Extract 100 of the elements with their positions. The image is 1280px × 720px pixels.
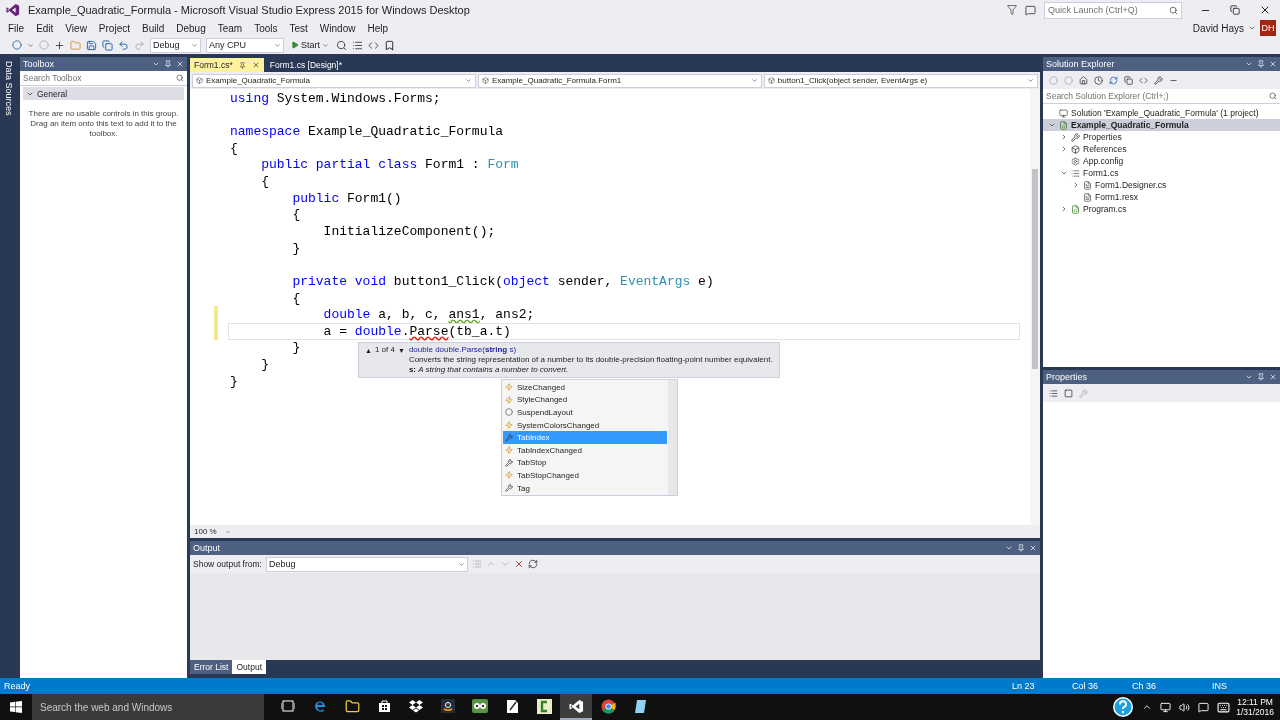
close-icon[interactable]: [251, 61, 260, 69]
caret-icon[interactable]: [1005, 544, 1013, 552]
completion-item[interactable]: Tag: [503, 481, 667, 495]
navigation-dropdown[interactable]: Example_Quadratic_Formula: [192, 73, 476, 88]
undo-icon[interactable]: [118, 39, 129, 51]
code-line: {: [230, 140, 238, 156]
tree-item[interactable]: Form1.resx: [1043, 191, 1280, 203]
tree-item[interactable]: Form1.Designer.cs: [1043, 179, 1280, 191]
network-icon[interactable]: [1160, 701, 1172, 713]
chevron-up-icon[interactable]: [1142, 702, 1153, 712]
document-tab[interactable]: Form1.cs*: [190, 58, 264, 72]
pin-icon[interactable]: [1257, 60, 1265, 68]
close-icon[interactable]: [176, 60, 184, 68]
menu-item[interactable]: Project: [92, 22, 136, 34]
notification-icon[interactable]: [1198, 701, 1210, 713]
wrench-icon: [505, 484, 513, 493]
home-icon[interactable]: [1079, 75, 1088, 85]
close-icon[interactable]: [1269, 373, 1277, 381]
menu-item[interactable]: Window: [313, 22, 362, 34]
chevron-down-icon[interactable]: [1047, 121, 1056, 129]
completion-item[interactable]: TabStop: [503, 456, 667, 470]
menu-item[interactable]: Test: [283, 22, 314, 34]
menu-item[interactable]: Help: [361, 22, 394, 34]
scrollbar[interactable]: [1030, 89, 1040, 525]
list-icon[interactable]: [352, 39, 363, 51]
completion-item[interactable]: TabIndexChanged: [503, 443, 667, 457]
keyboard-icon[interactable]: [1217, 700, 1231, 714]
caret-icon[interactable]: [1245, 373, 1253, 381]
navigation-dropdown[interactable]: Example_Quadratic_Formula.Form1: [477, 73, 762, 88]
tree-item[interactable]: Example_Quadratic_Formula: [1043, 119, 1280, 131]
feedback-icon[interactable]: [1025, 4, 1036, 16]
menu-item[interactable]: Tools: [248, 22, 284, 34]
navigation-dropdown[interactable]: button1_Click(object sender, EventArgs e): [763, 73, 1038, 88]
pin-icon[interactable]: [164, 60, 172, 68]
tree-item[interactable]: Program.cs: [1043, 203, 1280, 215]
scrollbar[interactable]: [668, 380, 677, 496]
bookmark-icon[interactable]: [384, 39, 395, 51]
completion-item[interactable]: StyleChanged: [503, 393, 667, 407]
panel-tab[interactable]: Error List: [190, 660, 233, 674]
panel-tab[interactable]: Output: [232, 660, 266, 674]
configuration-select[interactable]: Debug: [150, 37, 201, 53]
tree-item[interactable]: Solution 'Example_Quadratic_Formula' (1 project): [1043, 107, 1280, 119]
method-signature: double double.Parse(string s): [408, 345, 518, 355]
close-icon[interactable]: [1029, 544, 1037, 552]
taskbar-app[interactable]: [560, 694, 592, 720]
tree-item[interactable]: App.config: [1043, 155, 1280, 167]
pin-icon[interactable]: [1257, 373, 1265, 381]
code-icon[interactable]: [1139, 75, 1148, 85]
platform-select[interactable]: Any CPU: [206, 37, 284, 53]
close-icon[interactable]: [1269, 60, 1277, 68]
caret-icon[interactable]: [1248, 24, 1256, 32]
search-field[interactable]: Search Toolbox: [20, 71, 187, 86]
wrench-icon[interactable]: [1154, 75, 1163, 85]
menu-item[interactable]: View: [59, 22, 93, 34]
pin-icon[interactable]: [1017, 544, 1025, 552]
refresh-icon[interactable]: [1109, 75, 1118, 85]
code-file-icon: [1071, 204, 1080, 214]
windows-logo-icon: [10, 701, 22, 713]
save-icon[interactable]: [86, 39, 97, 51]
search-field[interactable]: Search Solution Explorer (Ctrl+;): [1043, 89, 1280, 104]
save-all-icon[interactable]: [102, 39, 113, 51]
history-icon[interactable]: [1094, 75, 1103, 85]
help-icon[interactable]: [1112, 696, 1135, 718]
taskbar-search-field[interactable]: Search the web and Windows: [32, 694, 264, 720]
find-icon[interactable]: [336, 39, 347, 51]
volume-icon[interactable]: [1179, 701, 1191, 713]
output-source-select[interactable]: Debug: [266, 556, 468, 572]
side-tab[interactable]: Data Sources: [3, 61, 14, 678]
tree-item[interactable]: Properties: [1043, 131, 1280, 143]
menu-item[interactable]: Build: [136, 22, 171, 34]
quick-launch-field[interactable]: Quick Launch (Ctrl+Q): [1044, 1, 1182, 19]
group-header[interactable]: General: [23, 87, 184, 100]
new-project-icon[interactable]: [54, 39, 65, 51]
completion-item[interactable]: SystemColorsChanged: [503, 418, 667, 432]
tree-item[interactable]: References: [1043, 143, 1280, 155]
avatar[interactable]: DH: [1260, 20, 1276, 36]
menu-item[interactable]: Debug: [170, 22, 212, 34]
tree-item[interactable]: Form1.cs: [1043, 167, 1280, 179]
caret-icon[interactable]: [1245, 60, 1253, 68]
categorized-icon[interactable]: [1049, 388, 1058, 398]
box-icon: [196, 77, 203, 84]
completion-item[interactable]: SizeChanged: [503, 381, 667, 394]
caret-icon[interactable]: [152, 60, 160, 68]
clock-time[interactable]: 12:11 PM: [1237, 697, 1273, 707]
menu-item[interactable]: Team: [211, 22, 249, 34]
code-editor[interactable]: [190, 89, 1040, 525]
clear-icon[interactable]: [514, 559, 524, 569]
start-button[interactable]: Start: [289, 40, 331, 50]
completion-item[interactable]: SuspendLayout: [503, 406, 667, 419]
clock-date[interactable]: 1/31/2016: [1236, 707, 1274, 717]
code-icon[interactable]: [368, 39, 379, 51]
completion-item[interactable]: TabStopChanged: [503, 469, 667, 482]
menu-item[interactable]: Edit: [30, 22, 60, 34]
account-name[interactable]: David Hays: [1192, 22, 1244, 34]
pin-icon[interactable]: [238, 61, 246, 69]
zoom-select[interactable]: 100 %: [192, 527, 233, 536]
chevron-down-icon[interactable]: [1059, 169, 1068, 177]
menu-item[interactable]: File: [2, 22, 31, 34]
document-tab[interactable]: Form1.cs [Design]*: [265, 58, 346, 72]
funnel-icon[interactable]: [1007, 5, 1017, 15]
